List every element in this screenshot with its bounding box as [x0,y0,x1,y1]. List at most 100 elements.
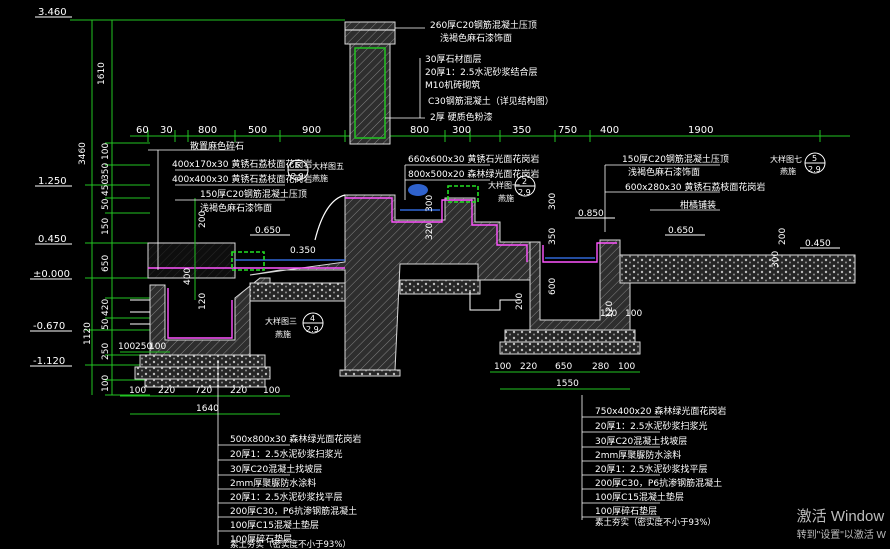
inner-dim-300b: 300 [548,193,558,210]
watermark-line-2: 转到"设置"以激活 W [796,530,886,541]
brn-8: 100厚碎石垫层 [595,505,657,517]
center-note-2: 800x500x20 森林绿光面花岗岩 [408,168,539,180]
top-dim-labels: 60 30 800 500 900 600 800 300 350 750 40… [136,125,713,136]
brn-6: 200厚C30，P6抗渗钢筋混凝土 [595,477,722,489]
inner-dim-300a: 300 [425,195,435,212]
inner-dim-200c: 200 [515,293,525,310]
right-note-1: 150厚C20钢筋混凝土压顶 [622,153,729,165]
callout-5-title: 大样图七 [770,154,802,164]
callout-2-title: 大样图一 [488,180,520,190]
center-note-1: 660x600x30 黄锈石光面花岗岩 [408,153,539,165]
brn-3: 30厚C20混凝土找坡层 [595,435,687,447]
bl-dim-1640: 1640 [196,404,219,414]
dim-1610: 1610 [97,62,107,85]
inner-dim-200b: 200 [778,228,788,245]
callout-5-sub: 燕施 [780,166,796,176]
brn-5: 20厚1：2.5水泥砂浆找平层 [595,463,708,475]
bln-8: 100厚碎石垫层 [230,533,292,545]
inner-levels: 0.650 0.350 0.850 0.650 0.450 [250,209,840,256]
bl-dim-100c: 100 [129,386,146,396]
dim-800b: 800 [410,125,429,136]
brn-2: 20厚1：2.5水泥砂浆扫浆光 [595,420,708,432]
dim-750: 750 [558,125,577,136]
br-dim-280: 280 [592,362,609,372]
dim-50b: 50 [101,318,111,330]
callout-2-sub: 燕施 [498,193,514,203]
dim-150: 150 [101,218,111,235]
dim-3460: 3460 [78,142,88,165]
left-note-1: 散置麻色碎石 [190,140,244,152]
bottom-right-notes: 750x400x20 森林绿光面花岗岩 20厚1：2.5水泥砂浆扫浆光 30厚C… [581,395,726,520]
level-1250: 1.250 [38,176,67,187]
dim-60: 60 [136,125,149,136]
central-pillar [344,21,396,145]
pillar-note-6: C30钢筋混凝土（详见结构图） [428,95,554,107]
callout-6-title: 大样图五 [312,161,344,171]
pillar-note-5: M10机砖砌筑 [425,79,480,91]
dim-300: 300 [452,125,471,136]
dim-400: 400 [600,125,619,136]
dim-1120: 1120 [83,322,93,345]
bl-dim-220a: 220 [158,386,175,396]
callout-5-num: 5 [812,154,817,163]
callout-6-sheet: 2.9 [291,172,304,181]
left-dim-labels: 1610 3460 100 350 450 50 150 650 420 50 … [78,62,111,392]
pillar-note-3: 30厚石材面层 [425,53,481,65]
right-notes: 150厚C20钢筋混凝土压顶 浅褐色麻石漆饰面 600x280x30 黄锈石荔枝… [604,153,765,232]
bl-dim-720: 720 [195,386,212,396]
dim-350: 350 [101,163,111,180]
br-dim-100a: 100 [494,362,511,372]
pillar-note-1: 260厚C20钢筋混凝土压顶 [430,19,537,31]
dim-500: 500 [248,125,267,136]
main-section-body [130,194,856,388]
pillar-note-7: 2厚 硬质色粉漆 [430,111,493,123]
watermark-line-1: 激活 Window [796,508,885,525]
bln-1: 500x800x30 森林绿光面花岗岩 [230,433,361,445]
dim-250: 250 [101,343,111,360]
level-0450: 0.450 [38,234,67,245]
br-dim-220: 220 [520,362,537,372]
callout-4-sheet: 2.9 [306,325,319,334]
right-note-4: 柑橘铺装 [680,199,716,211]
bln-7: 100厚C15混凝土垫层 [230,519,319,531]
br-dim-120: 120 [600,309,617,319]
bl-dim-100b: 100 [149,342,166,352]
inner-dim-400: 400 [183,268,193,285]
level-m1120: -1.120 [33,356,65,367]
dim-100a: 100 [101,143,111,160]
dim-800a: 800 [198,125,217,136]
windows-activation-watermark: 激活 Window 转到"设置"以激活 W [797,505,886,541]
br-dim-650: 650 [555,362,572,372]
brn-1: 750x400x20 森林绿光面花岗岩 [595,405,726,417]
callout-5-sheet: 2.9 [808,165,821,174]
br-dim-100c: 100 [625,309,642,319]
dim-420: 420 [101,299,111,316]
inner-dim-300c: 300 [771,251,781,268]
brn-4: 2mm厚聚脲防水涂料 [595,449,681,461]
bln-4: 2mm厚聚脲防水涂料 [230,477,316,489]
dim-650: 650 [101,255,111,272]
brn-7: 100厚C15混凝土垫层 [595,491,684,503]
dim-350: 350 [512,125,531,136]
pillar-note-4: 20厚1：2.5水泥砂浆结合层 [425,66,538,78]
bl-dim-100a: 100 [118,342,135,352]
left-note-4: 150厚C20钢筋混凝土压顶 [200,188,307,200]
pillar-note-2: 浅褐色麻石漆饰面 [440,32,512,44]
right-note-2: 浅褐色麻石漆饰面 [628,166,700,178]
level-0000: ±0.000 [33,269,70,280]
cad-drawing-canvas[interactable]: 1610 3460 100 350 450 50 150 650 420 50 … [0,0,890,549]
left-note-5: 浅褐色麻石漆饰面 [200,202,272,214]
callout-6-num: 6 [295,161,300,170]
br-dim-100b: 100 [618,362,635,372]
level-0350: 0.350 [290,246,316,256]
inner-dim-320: 320 [425,223,435,240]
dim-30: 30 [160,125,173,136]
bln-5: 20厚1：2.5水泥砂浆找平层 [230,491,343,503]
callout-4-sub: 燕施 [275,329,291,339]
bl-dim-220b: 220 [230,386,247,396]
callout-2-num: 2 [522,177,527,186]
level-m0670: -0.670 [33,321,65,332]
bln-3: 30厚C20混凝土找坡层 [230,463,322,475]
dim-50: 50 [101,198,111,210]
level-markers: 3.460 1.250 0.450 ±0.000 -0.670 -1.120 [30,7,72,367]
